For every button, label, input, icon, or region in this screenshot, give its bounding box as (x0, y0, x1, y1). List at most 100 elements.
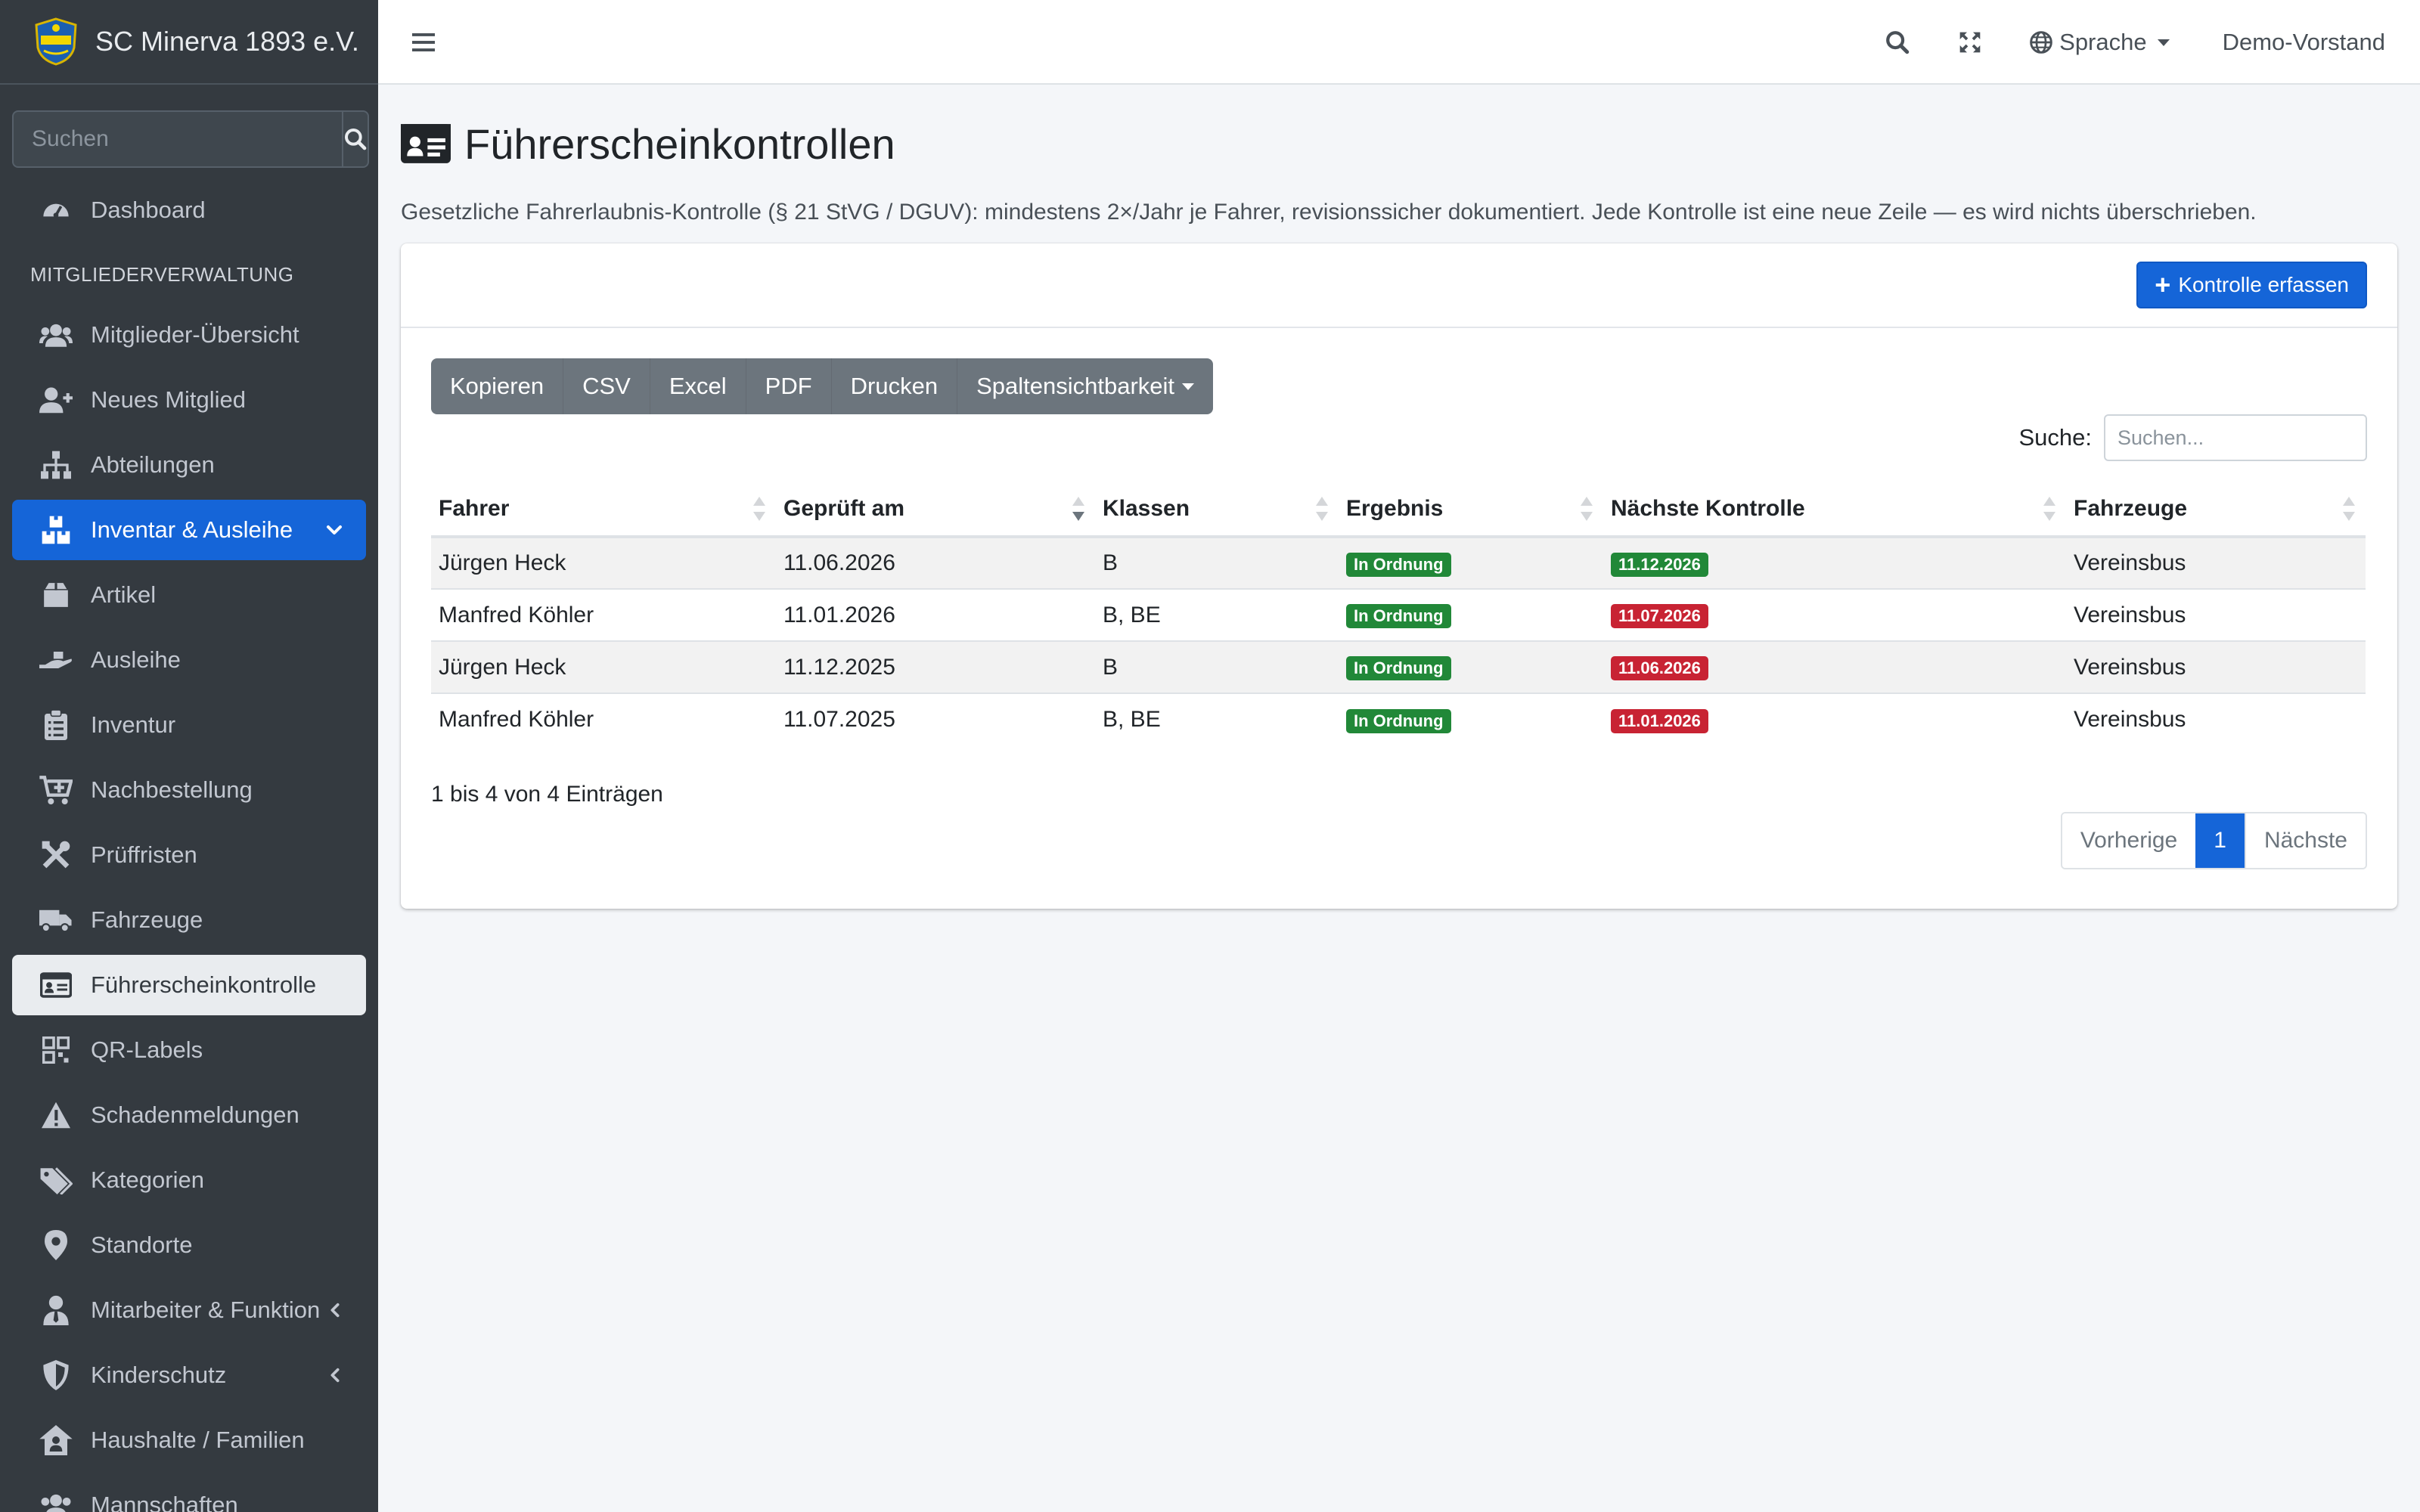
sidebar-item-standorte[interactable]: Standorte (12, 1215, 366, 1275)
sidebar-item-dashboard[interactable]: Dashboard (12, 180, 366, 240)
next-check-badge: 11.07.2026 (1611, 604, 1708, 628)
sidebar-item-abteilungen[interactable]: Abteilungen (12, 435, 366, 495)
table-row[interactable]: Manfred Köhler 11.01.2026 B, BE In Ordnu… (431, 588, 2366, 641)
column-visibility-button[interactable]: Spaltensichtbarkeit (957, 358, 1213, 414)
cell-naechste-kontrolle: 11.12.2026 (1603, 536, 2066, 589)
id-card-icon (401, 124, 451, 163)
sort-both-icon (753, 497, 765, 521)
chevron-down-icon (327, 525, 342, 534)
sidebar-item-label: Artikel (91, 581, 157, 608)
boxes-icon (39, 513, 73, 547)
sidebar: SC Minerva 1893 e.V. Dashboard MITGLIEDE… (0, 0, 378, 1512)
cell-ergebnis: In Ordnung (1339, 692, 1603, 745)
cell-fahrzeuge: Vereinsbus (2066, 588, 2366, 641)
navbar-search-button[interactable] (1861, 0, 1934, 85)
column-header-label: Nächste Kontrolle (1611, 496, 1805, 521)
table-search-label: Suche: (2018, 424, 2092, 451)
sidebar-item-inventar-ausleihe[interactable]: Inventar & Ausleihe (12, 500, 366, 560)
sidebar-item-mitglieder-uebersicht[interactable]: Mitglieder-Übersicht (12, 305, 366, 365)
column-header-fahrer[interactable]: Fahrer (431, 482, 776, 538)
column-header-label: Fahrer (439, 496, 510, 521)
sidebar-item-fahrzeuge[interactable]: Fahrzeuge (12, 890, 366, 950)
sidebar-item-inventur[interactable]: Inventur (12, 695, 366, 755)
map-marker-icon (39, 1228, 73, 1262)
topbar: Sprache Demo-Vorstand (378, 0, 2420, 85)
chevron-left-icon (330, 1368, 340, 1383)
dashboard-gauge-icon (39, 194, 73, 227)
main-content: Führerscheinkontrollen Gesetzliche Fahre… (401, 85, 2397, 909)
column-header-ergebnis[interactable]: Ergebnis (1339, 482, 1603, 538)
license-check-card: + Kontrolle erfassen Kopieren CSV Excel … (401, 243, 2397, 909)
pdf-button[interactable]: PDF (745, 358, 831, 414)
team-icon (39, 1489, 73, 1512)
sidebar-item-label: Mitarbeiter & Funktion (91, 1297, 321, 1323)
sidebar-item-kategorien[interactable]: Kategorien (12, 1150, 366, 1210)
pagination: Vorherige 1 Nächste (2060, 812, 2367, 869)
column-header-label: Geprüft am (783, 496, 905, 521)
next-check-badge: 11.06.2026 (1611, 656, 1708, 680)
sidebar-item-kinderschutz[interactable]: Kinderschutz (12, 1345, 366, 1405)
sort-both-icon (2043, 497, 2055, 521)
csv-button[interactable]: CSV (563, 358, 650, 414)
warning-triangle-icon (39, 1098, 73, 1132)
sidebar-item-neues-mitglied[interactable]: Neues Mitglied (12, 370, 366, 430)
result-badge: In Ordnung (1346, 552, 1451, 577)
cell-ergebnis: In Ordnung (1339, 536, 1603, 589)
copy-button[interactable]: Kopieren (431, 358, 563, 414)
column-header-klassen[interactable]: Klassen (1095, 482, 1339, 538)
column-visibility-label: Spaltensichtbarkeit (976, 373, 1175, 399)
sidebar-item-mannschaften[interactable]: Mannschaften (12, 1475, 366, 1512)
column-header-geprueft-am[interactable]: Geprüft am (776, 482, 1095, 538)
result-badge: In Ordnung (1346, 708, 1451, 733)
fullscreen-button[interactable] (1934, 0, 2006, 85)
topbar-right: Sprache Demo-Vorstand (1861, 0, 2385, 85)
menu-toggle-icon[interactable] (410, 29, 437, 56)
table-search: Suche: (2018, 414, 2367, 461)
sidebar-item-schadenmeldungen[interactable]: Schadenmeldungen (12, 1085, 366, 1145)
sort-desc-icon (1072, 497, 1084, 521)
table-search-input[interactable] (2104, 414, 2367, 461)
cell-klassen: B (1095, 536, 1339, 589)
result-badge: In Ordnung (1346, 656, 1451, 680)
excel-button[interactable]: Excel (649, 358, 746, 414)
table-row[interactable]: Manfred Köhler 11.07.2025 B, BE In Ordnu… (431, 692, 2366, 745)
tags-icon (39, 1163, 73, 1197)
user-menu[interactable]: Demo-Vorstand (2200, 29, 2385, 56)
cart-plus-icon (39, 773, 73, 807)
sidebar-item-label: Schadenmeldungen (91, 1101, 299, 1128)
cell-geprueft-am: 11.01.2026 (776, 588, 1095, 641)
sidebar-item-qr-labels[interactable]: QR-Labels (12, 1020, 366, 1080)
user-tie-icon (39, 1294, 73, 1327)
sidebar-item-artikel[interactable]: Artikel (12, 565, 366, 625)
tools-icon (39, 838, 73, 872)
export-button-group: Kopieren CSV Excel PDF Drucken Spaltensi… (431, 358, 1214, 414)
table-row[interactable]: Jürgen Heck 11.06.2026 B In Ordnung 11.1… (431, 536, 2366, 589)
sidebar-search-input[interactable] (12, 110, 342, 168)
sidebar-item-fuehrerscheinkontrolle[interactable]: Führerscheinkontrolle (12, 955, 366, 1015)
chevron-left-icon (330, 1303, 340, 1318)
pagination-page-1[interactable]: 1 (2195, 813, 2245, 868)
pagination-previous[interactable]: Vorherige (2062, 813, 2196, 868)
globe-icon (2030, 31, 2052, 54)
brand-link[interactable]: SC Minerva 1893 e.V. (0, 0, 378, 85)
sidebar-item-label: Neues Mitglied (91, 386, 247, 413)
print-button[interactable]: Drucken (830, 358, 957, 414)
column-header-naechste-kontrolle[interactable]: Nächste Kontrolle (1603, 482, 2066, 538)
hand-holding-icon (39, 643, 73, 677)
table-row[interactable]: Jürgen Heck 11.12.2025 B In Ordnung 11.0… (431, 640, 2366, 693)
sidebar-item-haushalte-familien[interactable]: Haushalte / Familien (12, 1410, 366, 1470)
cell-geprueft-am: 11.06.2026 (776, 536, 1095, 589)
cell-fahrer: Jürgen Heck (431, 640, 776, 693)
language-dropdown[interactable]: Sprache (2006, 29, 2199, 56)
sidebar-item-prueffristen[interactable]: Prüffristen (12, 825, 366, 885)
column-header-fahrzeuge[interactable]: Fahrzeuge (2066, 482, 2366, 538)
sidebar-item-nachbestellung[interactable]: Nachbestellung (12, 760, 366, 820)
sidebar-search-button[interactable] (342, 110, 369, 168)
id-card-icon (39, 968, 73, 1002)
cell-naechste-kontrolle: 11.06.2026 (1603, 640, 2066, 693)
sidebar-item-ausleihe[interactable]: Ausleihe (12, 630, 366, 690)
sidebar-item-mitarbeiter-funktion[interactable]: Mitarbeiter & Funktion (12, 1280, 366, 1340)
expand-arrows-icon (1959, 32, 1981, 53)
add-check-button[interactable]: + Kontrolle erfassen (2136, 262, 2367, 308)
pagination-next[interactable]: Nächste (2244, 813, 2366, 868)
